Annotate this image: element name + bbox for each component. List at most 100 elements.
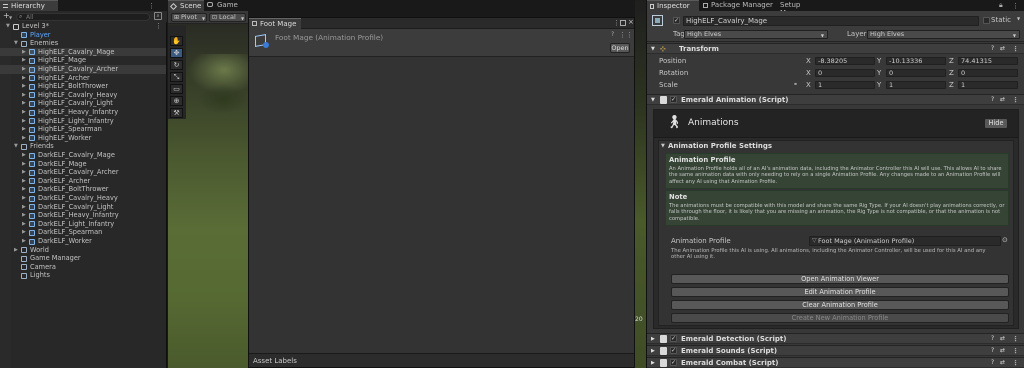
hierarchy-item[interactable]: ▶ DarkELF_Cavalry_Light <box>0 203 166 212</box>
chevron-right-icon[interactable]: ▶ <box>22 237 26 246</box>
hierarchy-item[interactable]: ▶ HighELF_Spearman <box>0 125 166 134</box>
lock-icon[interactable]: 🔒︎ <box>999 1 1003 10</box>
hierarchy-item[interactable]: ▶ DarkELF_Cavalry_Heavy <box>0 194 166 203</box>
axis-y-label[interactable]: Y <box>877 56 881 66</box>
tab-scene[interactable]: Scene <box>168 0 204 11</box>
hierarchy-item[interactable]: ▶ HighELF_Cavalry_Light <box>0 99 166 108</box>
animation-profile-field[interactable]: ▽ Foot Mage (Animation Profile) <box>809 236 1001 246</box>
transform-scale-z-field[interactable]: 1 <box>958 81 1018 89</box>
help-icon[interactable]: ? <box>991 44 994 54</box>
more-options-icon[interactable]: ⋮ <box>1012 44 1019 54</box>
preset-icon[interactable]: ⇄ <box>1000 95 1005 105</box>
help-icon[interactable]: ? <box>611 31 614 38</box>
chevron-right-icon[interactable]: ▶ <box>22 99 26 108</box>
help-icon[interactable]: ? <box>991 334 994 344</box>
close-icon[interactable]: × <box>628 18 634 26</box>
move-tool-icon[interactable]: ✥ <box>170 48 183 58</box>
axis-y-label[interactable]: Y <box>877 80 881 90</box>
preset-icon[interactable]: ⇄ <box>1000 346 1005 356</box>
chevron-right-icon[interactable]: ▶ <box>22 82 26 91</box>
hierarchy-item[interactable]: ▼ Level 3* ⋮ <box>0 22 166 31</box>
transform-position-z-field[interactable]: 74.41315 <box>958 57 1018 65</box>
hierarchy-item[interactable]: ▶ HighELF_Cavalry_Archer <box>0 65 166 74</box>
pivot-dropdown[interactable]: ⊞ Pivot ▼ <box>171 13 207 22</box>
axis-x-label[interactable]: X <box>806 80 811 90</box>
custom-tool-icon[interactable]: ⚒ <box>170 108 183 118</box>
hierarchy-item[interactable]: ▶ HighELF_Heavy_Infantry <box>0 108 166 117</box>
help-icon[interactable]: ? <box>991 95 994 105</box>
hand-tool-icon[interactable]: ✋ <box>170 36 183 46</box>
chevron-right-icon[interactable]: ▶ <box>22 56 26 65</box>
hierarchy-item[interactable]: ▶ HighELF_Mage <box>0 56 166 65</box>
hierarchy-item[interactable]: ▼ Friends <box>0 142 166 151</box>
chevron-right-icon[interactable]: ▶ <box>22 194 26 203</box>
chevron-right-icon[interactable]: ▶ <box>22 117 26 126</box>
edit-animation-profile-button[interactable]: Edit Animation Profile <box>671 287 1009 297</box>
chevron-right-icon[interactable]: ▶ <box>22 74 26 83</box>
active-checkbox[interactable]: ✓ <box>673 17 680 24</box>
local-dropdown[interactable]: ⊡ Local ▼ <box>209 13 246 22</box>
hierarchy-item[interactable]: ▶ DarkELF_Heavy_Infantry <box>0 211 166 220</box>
hierarchy-item[interactable]: ▶ DarkELF_Cavalry_Mage <box>0 151 166 160</box>
preset-icon[interactable]: ⇄ <box>1000 358 1005 368</box>
static-checkbox[interactable] <box>983 17 990 24</box>
transform-rotation-y-field[interactable]: 0 <box>886 69 946 77</box>
chevron-right-icon[interactable]: ▶ <box>22 108 26 117</box>
tab-package-manager[interactable]: Package Manager <box>700 0 775 11</box>
settings-icon[interactable]: ⋮ <box>619 31 626 39</box>
hierarchy-item[interactable]: ▶ HighELF_Cavalry_Heavy <box>0 91 166 100</box>
tab-setup-manager[interactable]: Setup Manager <box>776 0 832 17</box>
axis-z-label[interactable]: Z <box>949 56 954 66</box>
hide-button[interactable]: Hide <box>984 118 1008 129</box>
emerald-animation-header[interactable]: ▼ ✓ Emerald Animation (Script) ? ⇄ ⋮ <box>647 94 1024 105</box>
help-icon[interactable]: ? <box>991 346 994 356</box>
object-name-field[interactable]: HighELF_Cavalry_Mage <box>683 16 979 26</box>
more-options-icon[interactable]: ⋮ <box>613 19 620 27</box>
chevron-right-icon[interactable]: ▶ <box>22 151 26 160</box>
help-icon[interactable]: ? <box>991 358 994 368</box>
axis-x-label[interactable]: X <box>806 56 811 66</box>
chevron-down-icon[interactable]: ▼ <box>14 39 18 48</box>
hierarchy-item[interactable]: ▶ HighELF_Worker <box>0 134 166 143</box>
chevron-right-icon[interactable]: ▶ <box>22 220 26 229</box>
chevron-down-icon[interactable]: ▼ <box>661 143 665 149</box>
hierarchy-item[interactable]: Game Manager <box>0 254 166 263</box>
hierarchy-item[interactable]: ▶ HighELF_Light_Infantry <box>0 117 166 126</box>
hierarchy-item[interactable]: ▶ HighELF_Archer <box>0 74 166 83</box>
hierarchy-item[interactable]: ▼ Enemies <box>0 39 166 48</box>
asset-labels-footer[interactable]: Asset Labels <box>249 353 634 367</box>
chevron-down-icon[interactable]: ▼ <box>14 142 18 151</box>
chevron-right-icon[interactable]: ▶ <box>22 160 26 169</box>
hierarchy-item[interactable]: ▶ DarkELF_Light_Infantry <box>0 220 166 229</box>
axis-x-label[interactable]: X <box>806 68 811 78</box>
open-button[interactable]: Open <box>610 43 630 53</box>
chevron-right-icon[interactable]: ▶ <box>22 125 26 134</box>
hierarchy-item[interactable]: ▶ DarkELF_Archer <box>0 177 166 186</box>
hierarchy-item[interactable]: ▶ HighELF_BoltThrower <box>0 82 166 91</box>
more-options-icon[interactable]: ⋮ <box>1012 95 1019 105</box>
chevron-down-icon[interactable]: ▼ <box>1017 16 1020 21</box>
maximize-icon[interactable] <box>620 20 626 26</box>
hierarchy-item[interactable]: Camera <box>0 263 166 272</box>
emerald-sounds-script-header[interactable]: ▶ ✓ Emerald Sounds (Script)? ⇄ ⋮ <box>647 345 1024 356</box>
clear-animation-profile-button[interactable]: Clear Animation Profile <box>671 300 1009 310</box>
hierarchy-search-input[interactable]: ⌕ All <box>16 13 150 21</box>
chevron-right-icon[interactable]: ▶ <box>22 185 26 194</box>
object-picker-icon[interactable]: ⊙ <box>1002 236 1008 244</box>
preset-icon[interactable]: ⇄ <box>1000 44 1005 54</box>
axis-z-label[interactable]: Z <box>949 68 954 78</box>
hierarchy-item[interactable]: Player <box>0 31 166 40</box>
tag-dropdown[interactable]: High Elves ▼ <box>684 30 828 39</box>
more-options-icon[interactable]: ⋮ <box>148 2 155 10</box>
more-options-icon[interactable]: ⋮ <box>1012 334 1019 344</box>
transform-tool-icon[interactable]: ⊕ <box>170 96 183 106</box>
hierarchy-item[interactable]: ▶ DarkELF_Cavalry_Archer <box>0 168 166 177</box>
hierarchy-item[interactable]: ▶ DarkELF_Worker <box>0 237 166 246</box>
transform-scale-y-field[interactable]: 1 <box>886 81 946 89</box>
component-enabled-checkbox[interactable]: ✓ <box>670 96 677 103</box>
transform-scale-x-field[interactable]: 1 <box>815 81 875 89</box>
chevron-right-icon[interactable]: ▶ <box>22 134 26 143</box>
tab-foot-mage[interactable]: Foot Mage <box>249 18 301 29</box>
transform-position-x-field[interactable]: -8.38205 <box>815 57 875 65</box>
hierarchy-item[interactable]: ▶ World <box>0 246 166 255</box>
